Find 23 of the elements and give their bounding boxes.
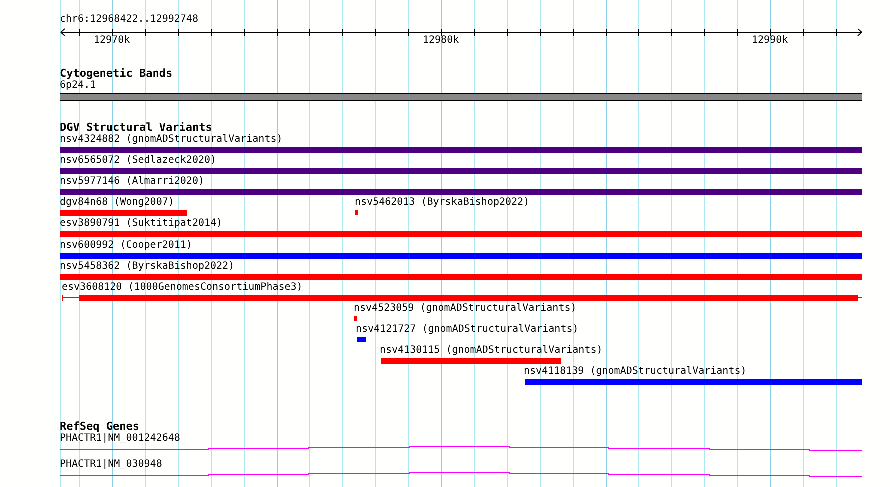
variant-label: nsv4121727 (gnomADStructuralVariants) bbox=[356, 324, 579, 336]
variant-label: nsv4523059 (gnomADStructuralVariants) bbox=[354, 302, 577, 315]
position-label: chr6:12968422..12992748 bbox=[60, 14, 198, 26]
variant-label: esv3608120 (1000GenomesConsortiumPhase3) bbox=[62, 282, 303, 294]
variant-label: nsv4324882 (gnomADStructuralVariants) bbox=[60, 134, 283, 146]
tick-label: 12980k bbox=[423, 35, 460, 47]
gene-label: PHACTR1|NM_001242648 bbox=[60, 433, 180, 445]
track-title: Cytogenetic Bands bbox=[60, 68, 173, 80]
variant-label: nsv5458362 (ByrskaBishop2022) bbox=[60, 260, 235, 273]
variant-label: nsv5977146 (Almarri2020) bbox=[60, 176, 204, 188]
tick-label: 12990k bbox=[752, 35, 788, 47]
variant-label: nsv600992 (Cooper2011) bbox=[60, 240, 192, 252]
variant-label: nsv4130115 (gnomADStructuralVariants) bbox=[380, 345, 603, 357]
track-title: DGV Structural Variants bbox=[60, 122, 212, 134]
variant-label: nsv6565072 (Sedlazeck2020) bbox=[60, 155, 217, 168]
variant-label: dgv84n68 (Wong2007) bbox=[60, 197, 174, 210]
tick-label: 12970k bbox=[94, 35, 130, 47]
gene-label: PHACTR1|NM_030948 bbox=[60, 459, 162, 471]
variant-label: nsv5462013 (ByrskaBishop2022) bbox=[355, 197, 530, 210]
band-label: 6p24.1 bbox=[60, 80, 96, 92]
variant-label: nsv4118139 (gnomADStructuralVariants) bbox=[524, 366, 747, 378]
variant-label: esv3890791 (Suktitipat2014) bbox=[60, 218, 223, 230]
track-title: RefSeq Genes bbox=[60, 421, 140, 433]
